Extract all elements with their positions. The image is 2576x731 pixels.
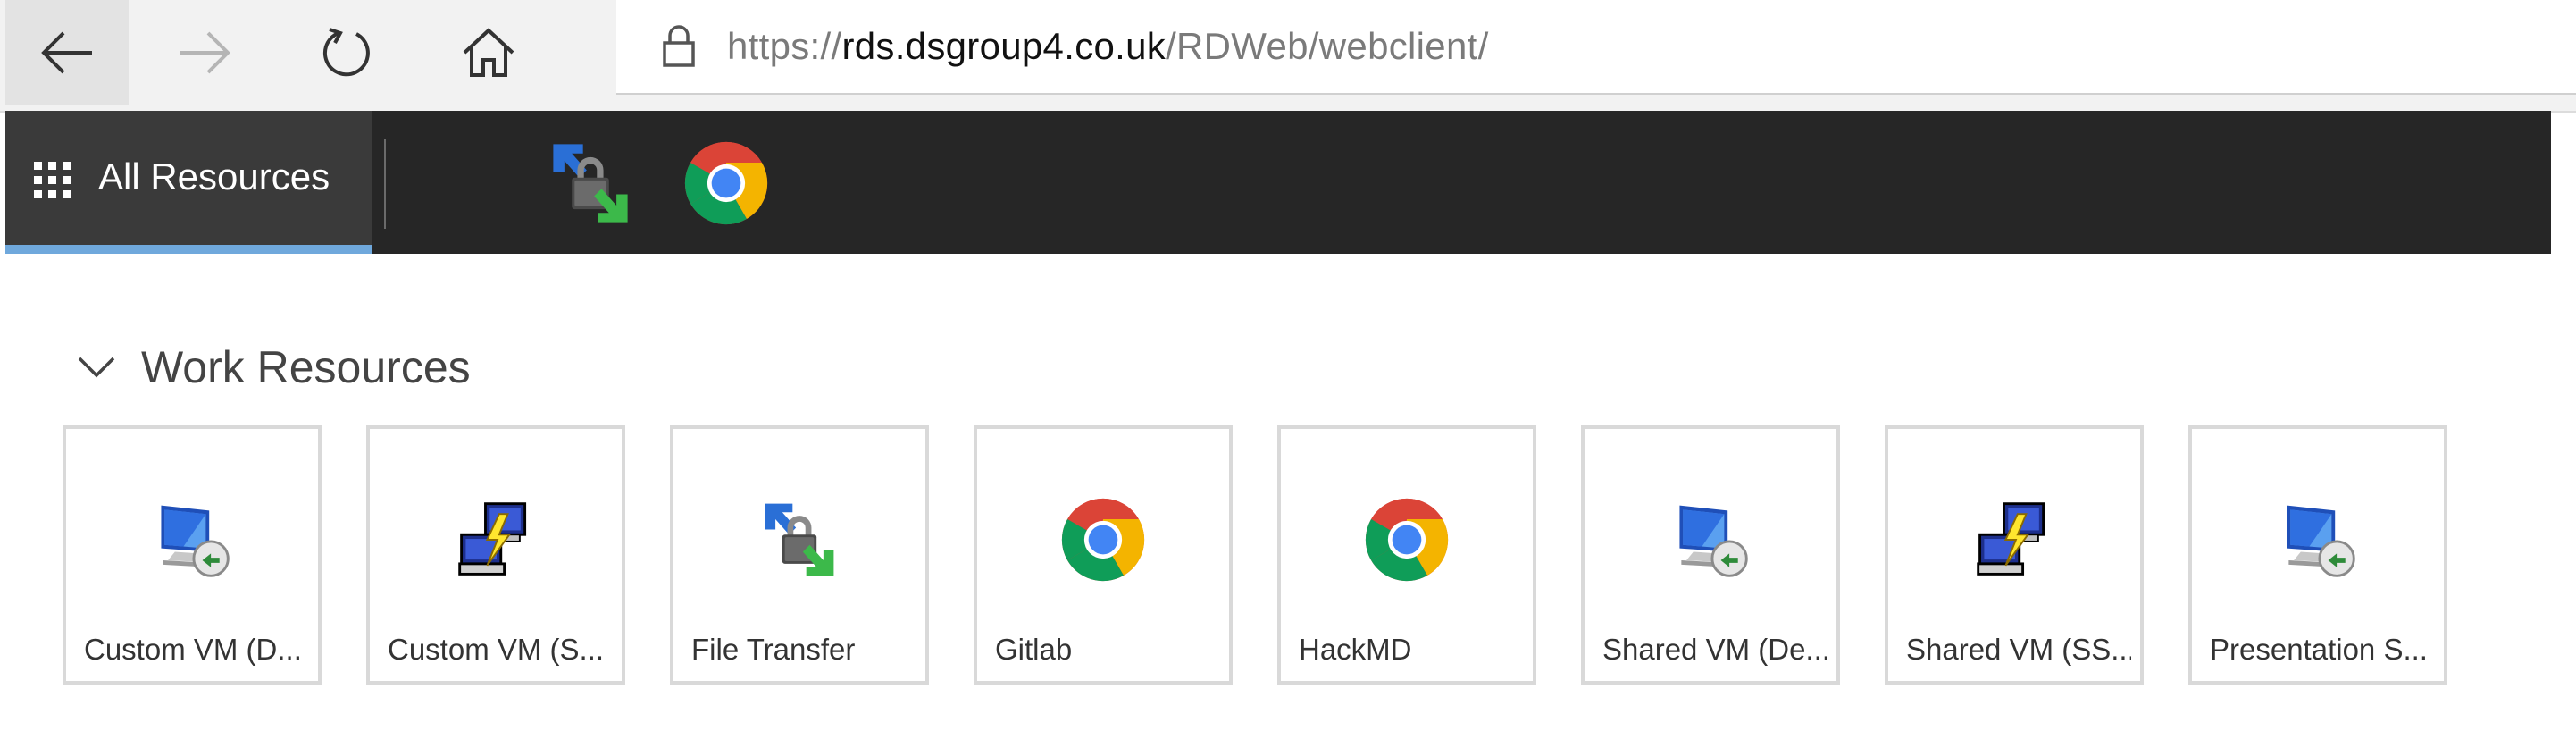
resource-tile[interactable]: Custom VM (S... xyxy=(366,425,625,685)
tile-label: Shared VM (De... xyxy=(1602,633,1827,666)
work-resources-header[interactable]: Work Resources xyxy=(77,340,471,395)
address-bar[interactable]: https://rds.dsgroup4.co.uk/RDWeb/webclie… xyxy=(616,0,2576,95)
tile-label: Presentation S... xyxy=(2210,633,2428,666)
resource-tile[interactable]: HackMD xyxy=(1277,425,1536,685)
browser-toolbar: https://rds.dsgroup4.co.uk/RDWeb/webclie… xyxy=(0,0,2576,113)
ssh-terminal-icon xyxy=(1971,497,2057,583)
pinned-chrome[interactable] xyxy=(677,134,775,232)
app-top-bar: All Resources xyxy=(5,111,2551,254)
forward-arrow-icon xyxy=(180,31,230,74)
all-resources-label: All Resources xyxy=(98,155,330,197)
tile-label: Custom VM (S... xyxy=(388,633,605,666)
url-text: https://rds.dsgroup4.co.uk/RDWeb/webclie… xyxy=(727,25,1489,68)
remote-desktop-icon xyxy=(1668,497,1753,583)
section-title: Work Resources xyxy=(141,342,471,392)
url-scheme: https:// xyxy=(727,25,842,67)
remote-desktop-icon xyxy=(2275,497,2361,583)
selected-tab-indicator xyxy=(5,245,372,254)
app-grid-icon xyxy=(34,162,71,198)
url-host: rds.dsgroup4.co.uk xyxy=(841,25,1167,67)
tile-label: Custom VM (D... xyxy=(84,633,302,666)
chrome-icon xyxy=(683,140,769,226)
remote-desktop-icon xyxy=(149,497,235,583)
url-path: /RDWeb/webclient/ xyxy=(1166,25,1489,67)
pinned-file-transfer[interactable] xyxy=(541,134,640,232)
resource-tile[interactable]: Gitlab xyxy=(974,425,1233,685)
refresh-button[interactable] xyxy=(284,0,407,105)
resource-tile[interactable]: Shared VM (De... xyxy=(1581,425,1840,685)
tile-label: HackMD xyxy=(1299,633,1412,666)
chevron-down-icon xyxy=(78,357,115,378)
ssh-terminal-icon xyxy=(453,497,539,583)
tile-label: Shared VM (SS... xyxy=(1906,633,2131,666)
lock-icon xyxy=(663,25,695,67)
home-icon xyxy=(463,28,514,77)
all-resources-tab[interactable]: All Resources xyxy=(5,111,372,254)
home-button[interactable] xyxy=(427,0,550,105)
app-bar-divider xyxy=(384,139,386,229)
file-transfer-icon xyxy=(544,137,637,230)
resource-tile[interactable]: Custom VM (D... xyxy=(63,425,322,685)
tile-label: Gitlab xyxy=(995,633,1073,666)
chrome-icon xyxy=(1364,497,1450,583)
chrome-icon xyxy=(1060,497,1146,583)
tile-label: File Transfer xyxy=(691,633,856,666)
resource-tile[interactable]: Presentation S... xyxy=(2188,425,2447,685)
file-transfer-icon xyxy=(757,497,842,583)
back-arrow-icon xyxy=(41,31,92,74)
resource-tile[interactable]: File Transfer xyxy=(670,425,929,685)
refresh-icon xyxy=(322,28,370,77)
resource-tile[interactable]: Shared VM (SS... xyxy=(1885,425,2144,685)
forward-button[interactable] xyxy=(143,0,266,105)
back-button[interactable] xyxy=(5,0,129,105)
